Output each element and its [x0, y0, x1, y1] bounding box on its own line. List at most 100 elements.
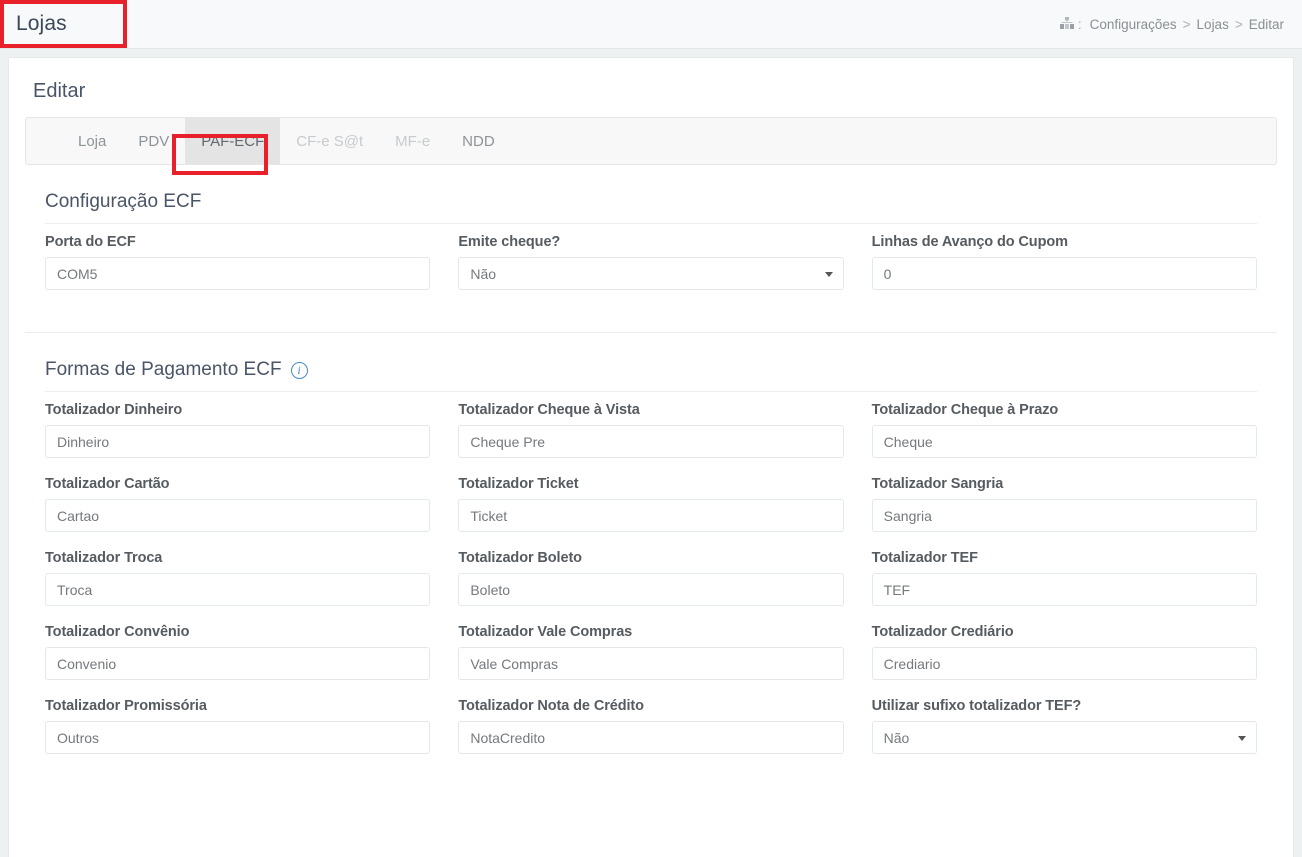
input-totalizador-vale-compras[interactable]: Vale Compras	[458, 647, 844, 680]
tab-ndd[interactable]: NDD	[446, 118, 511, 164]
input-totalizador-promiss-ria[interactable]: Outros	[45, 721, 431, 754]
input-totalizador-credi-rio[interactable]: Crediario	[871, 647, 1257, 680]
field-totalizador-cheque-vista: Totalizador Cheque à Vista Cheque Pre	[458, 402, 844, 476]
field-totalizador-cheque-prazo: Totalizador Cheque à Prazo Cheque	[871, 402, 1257, 476]
select-utilizar-sufixo-totalizador-tef[interactable]: Não	[871, 721, 1257, 754]
tab-bar: Loja PDV PAF-ECF CF-e S@t MF-e NDD	[25, 117, 1277, 165]
field-value: Sangria	[883, 507, 932, 524]
field-totalizador-dinheiro: Totalizador Dinheiro Dinheiro	[45, 402, 431, 476]
field-label: Totalizador Convênio	[45, 624, 190, 640]
sitemap-icon	[1059, 16, 1074, 32]
field-label: Totalizador Cheque à Vista	[458, 402, 640, 418]
tab-loja[interactable]: Loja	[62, 118, 122, 164]
field-value: Convenio	[57, 655, 117, 672]
edit-card: Editar Loja PDV PAF-ECF CF-e S@t MF-e NDD Con…	[8, 57, 1294, 857]
field-label: Emite cheque?	[458, 234, 561, 250]
field-linhas-de-avan-o-do-cupom: Linhas de Avanço do Cupom 0	[871, 234, 1257, 308]
top-bar: Lojas : Configurações > Lojas > Editar	[0, 0, 1302, 49]
field-value: Boleto	[470, 581, 511, 598]
breadcrumb-item-configuracoes[interactable]: Configurações	[1090, 17, 1177, 32]
tab-mf-e: MF-e	[395, 132, 431, 150]
breadcrumb-item-lojas[interactable]: Lojas	[1197, 17, 1229, 32]
breadcrumb-separator: >	[1182, 16, 1191, 32]
field-label: Totalizador Dinheiro	[45, 402, 183, 418]
field-value: Ticket	[470, 507, 508, 524]
section-heading-label: Configuração ECF	[45, 191, 202, 212]
card-title: Editar	[33, 80, 86, 102]
field-label: Totalizador Crediário	[871, 624, 1014, 640]
field-value: COM5	[57, 265, 98, 282]
input-totalizador-nota-de-cr-dito[interactable]: NotaCredito	[458, 721, 844, 754]
field-label: Utilizar sufixo totalizador TEF?	[871, 698, 1082, 714]
field-totalizador-conv-nio: Totalizador Convênio Convenio	[45, 624, 431, 698]
field-value: Crediario	[883, 655, 941, 672]
input-totalizador-cart-o[interactable]: Cartao	[45, 499, 431, 532]
tab-paf-ecf[interactable]: PAF-ECF	[185, 118, 281, 164]
field-totalizador-promiss-ria: Totalizador Promissória Outros	[45, 698, 431, 772]
breadcrumb-colon: :	[1077, 16, 1082, 32]
field-totalizador-ticket: Totalizador Ticket Ticket	[458, 476, 844, 550]
field-value: 0	[883, 265, 892, 282]
tab-pdv[interactable]: PDV	[122, 118, 185, 164]
breadcrumb-separator: >	[1234, 16, 1243, 32]
form-sections: Configuração ECF Porta do ECF COM5 Emite ch…	[9, 165, 1293, 772]
input-totalizador-ticket[interactable]: Ticket	[458, 499, 844, 532]
field-label: Totalizador Troca	[45, 550, 163, 566]
input-totalizador-sangria[interactable]: Sangria	[871, 499, 1257, 532]
field-label: Totalizador Nota de Crédito	[458, 698, 644, 714]
input-totalizador-dinheiro[interactable]: Dinheiro	[45, 425, 431, 458]
field-value: Cartao	[57, 507, 100, 524]
field-totalizador-sangria: Totalizador Sangria Sangria	[871, 476, 1257, 550]
field-label: Totalizador TEF	[871, 550, 978, 566]
chevron-down-icon	[824, 271, 833, 277]
tab-cf-e-s-t: CF-e S@t	[296, 132, 364, 150]
field-value: Outros	[57, 729, 100, 746]
chevron-down-icon	[1238, 735, 1246, 741]
field-utilizar-sufixo-totalizador-tef: Utilizar sufixo totalizador TEF? Não	[871, 698, 1257, 772]
form-row: Totalizador Convênio Convenio Totalizador …	[45, 624, 1257, 698]
field-emite-cheque: Emite cheque? Não	[458, 234, 844, 308]
field-value: Vale Compras	[470, 655, 558, 672]
field-totalizador-cart-o: Totalizador Cartão Cartao	[45, 476, 431, 550]
field-label: Totalizador Sangria	[871, 476, 1004, 492]
section-rule	[45, 391, 1257, 392]
section-configura-o-ecf: Configuração ECF Porta do ECF COM5 Emite ch…	[9, 165, 1293, 308]
tabs-container: Loja PDV PAF-ECF CF-e S@t MF-e NDD	[9, 117, 1293, 165]
input-totalizador-boleto[interactable]: Boleto	[458, 573, 844, 606]
input-totalizador-conv-nio[interactable]: Convenio	[45, 647, 431, 680]
input-porta-do-ecf[interactable]: COM5	[45, 257, 431, 290]
info-icon[interactable]: i	[290, 361, 308, 379]
page-title: Lojas	[16, 12, 67, 35]
input-totalizador-troca[interactable]: Troca	[45, 573, 431, 606]
select-emite-cheque[interactable]: Não	[458, 257, 844, 290]
field-totalizador-boleto: Totalizador Boleto Boleto	[458, 550, 844, 624]
form-row: Totalizador Troca Troca Totalizador Boleto…	[45, 550, 1257, 624]
field-label: Totalizador Boleto	[458, 550, 582, 566]
section-heading: Formas de Pagamento ECF i	[45, 333, 1257, 391]
form-row: Totalizador Dinheiro Dinheiro Totalizador …	[45, 402, 1257, 476]
field-porta-do-ecf: Porta do ECF COM5	[45, 234, 431, 308]
field-totalizador-credi-rio: Totalizador Crediário Crediario	[871, 624, 1257, 698]
field-label: Totalizador Vale Compras	[458, 624, 633, 640]
field-label: Totalizador Cheque à Prazo	[871, 402, 1059, 418]
breadcrumb-item-editar[interactable]: Editar	[1249, 17, 1284, 32]
input-totalizador-tef[interactable]: TEF	[871, 573, 1257, 606]
field-value: Cheque	[883, 433, 933, 450]
section-rule	[45, 223, 1257, 224]
field-label: Linhas de Avanço do Cupom	[871, 234, 1068, 250]
field-totalizador-tef: Totalizador TEF TEF	[871, 550, 1257, 624]
section-heading: Configuração ECF	[45, 165, 1257, 223]
field-value: Troca	[57, 581, 93, 598]
field-label: Porta do ECF	[45, 234, 136, 250]
form-row: Totalizador Promissória Outros Totalizador…	[45, 698, 1257, 772]
input-totalizador-cheque-vista[interactable]: Cheque Pre	[458, 425, 844, 458]
input-linhas-de-avan-o-do-cupom[interactable]: 0	[871, 257, 1257, 290]
field-value: Dinheiro	[57, 433, 110, 450]
field-value: Cheque Pre	[470, 433, 546, 450]
field-value: Não	[470, 265, 497, 282]
field-value: TEF	[883, 581, 911, 598]
field-label: Totalizador Promissória	[45, 698, 207, 714]
field-totalizador-vale-compras: Totalizador Vale Compras Vale Compras	[458, 624, 844, 698]
input-totalizador-cheque-prazo[interactable]: Cheque	[871, 425, 1257, 458]
field-totalizador-nota-de-cr-dito: Totalizador Nota de Crédito NotaCredito	[458, 698, 844, 772]
